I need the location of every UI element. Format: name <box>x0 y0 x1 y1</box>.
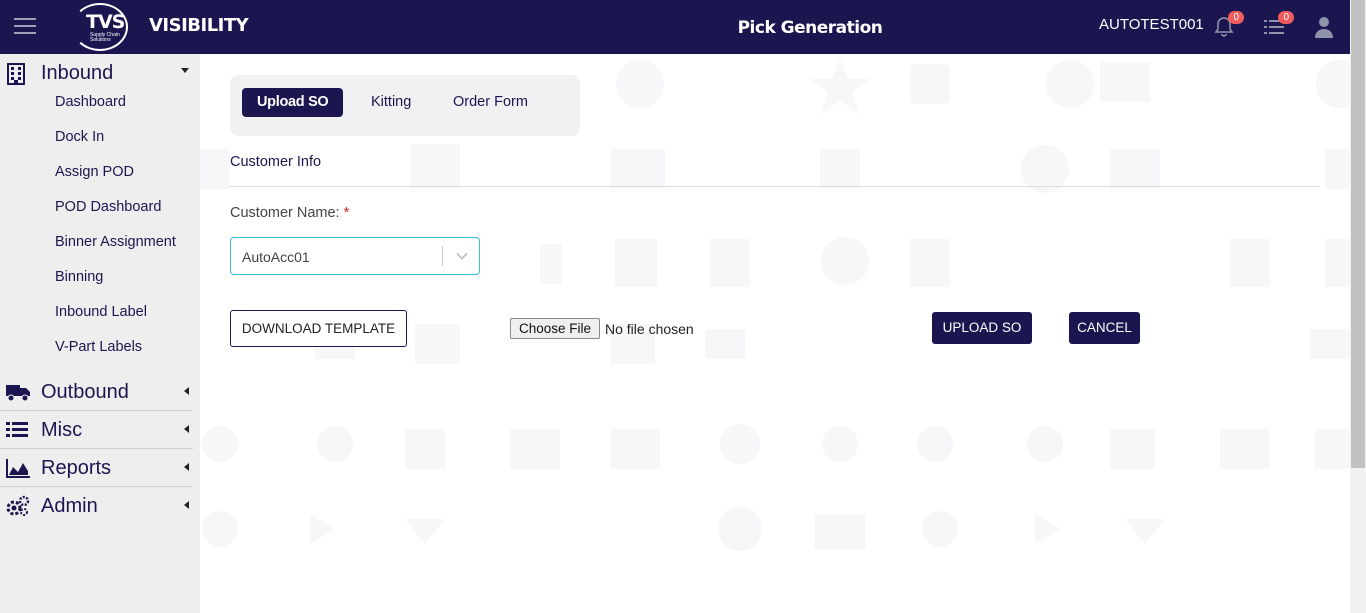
top-navbar: TVS Supply Chain Solutions VISIBILITY Pi… <box>0 0 1366 54</box>
gears-icon <box>5 495 30 517</box>
sidebar-section-label: Reports <box>41 457 112 479</box>
sidebar-item-dock-in[interactable]: Dock In <box>55 129 104 145</box>
download-template-button[interactable]: DOWNLOAD TEMPLATE <box>230 310 407 347</box>
sidebar-item-inbound-label[interactable]: Inbound Label <box>55 304 147 320</box>
area-chart-icon <box>5 457 30 479</box>
tab-bar: Upload SO Kitting Order Form <box>230 75 580 136</box>
sidebar-item-dashboard[interactable]: Dashboard <box>55 94 126 110</box>
section-title: Customer Info <box>230 154 322 170</box>
username[interactable]: AUTOTEST001 <box>1099 16 1204 33</box>
sidebar-item-v-part-labels[interactable]: V-Part Labels <box>55 339 142 355</box>
chevron-left-icon <box>184 387 189 395</box>
hamburger-menu-icon[interactable] <box>14 18 36 36</box>
tasks-badge: 0 <box>1278 11 1294 24</box>
required-marker: * <box>343 205 350 221</box>
sidebar-section-label: Admin <box>41 495 98 517</box>
notifications-badge: 0 <box>1228 11 1244 24</box>
sidebar-section-admin[interactable]: Admin <box>0 487 193 525</box>
brand-name: VISIBILITY <box>149 15 249 36</box>
notifications-bell-icon[interactable]: 0 <box>1212 11 1244 39</box>
main-content: Upload SO Kitting Order Form Customer In… <box>200 54 1350 613</box>
tvs-logo: TVS Supply Chain Solutions <box>72 3 128 51</box>
section-divider <box>230 186 1320 187</box>
page-title: Pick Generation <box>737 18 883 38</box>
building-icon <box>5 62 29 85</box>
user-profile-icon[interactable] <box>1314 16 1334 38</box>
list-icon <box>5 419 29 441</box>
tab-kitting[interactable]: Kitting <box>356 88 426 117</box>
sidebar-section-misc[interactable]: Misc <box>0 411 193 449</box>
chevron-down-icon <box>181 68 189 73</box>
sidebar-section-label: Outbound <box>41 381 129 403</box>
sidebar: Inbound Dashboard Dock In Assign POD POD… <box>0 54 200 613</box>
chevron-left-icon <box>184 501 189 509</box>
sidebar-section-label: Misc <box>41 419 83 441</box>
sidebar-item-assign-pod[interactable]: Assign POD <box>55 164 134 180</box>
tab-upload-so[interactable]: Upload SO <box>242 88 344 117</box>
tab-order-form[interactable]: Order Form <box>438 88 543 117</box>
logo-subtext: Supply Chain Solutions <box>90 32 120 43</box>
sidebar-item-pod-dashboard[interactable]: POD Dashboard <box>55 199 161 215</box>
task-list-icon[interactable]: 0 <box>1262 11 1294 39</box>
sidebar-item-binner-assignment[interactable]: Binner Assignment <box>55 234 176 250</box>
truck-icon <box>5 381 30 403</box>
sidebar-section-outbound[interactable]: Outbound <box>0 373 193 411</box>
chevron-left-icon <box>184 463 189 471</box>
sidebar-section-label: Inbound <box>41 62 114 84</box>
customer-name-select[interactable]: AutoAcc01 <box>230 237 480 275</box>
customer-name-value: AutoAcc01 <box>242 249 310 265</box>
customer-name-label-text: Customer Name: <box>230 205 340 221</box>
select-separator <box>442 246 443 266</box>
chevron-down-icon[interactable] <box>455 249 469 263</box>
cancel-button[interactable]: CANCEL <box>1069 312 1140 344</box>
sidebar-section-reports[interactable]: Reports <box>0 449 193 487</box>
upload-so-button[interactable]: UPLOAD SO <box>932 312 1032 344</box>
chevron-left-icon <box>184 425 189 433</box>
logo-text: TVS <box>86 11 125 33</box>
scrollbar-thumb[interactable] <box>1351 0 1365 468</box>
file-status-text: No file chosen <box>605 321 694 337</box>
choose-file-button[interactable]: Choose File <box>510 318 600 339</box>
sidebar-section-inbound[interactable]: Inbound <box>0 54 193 92</box>
sidebar-item-binning[interactable]: Binning <box>55 269 103 285</box>
customer-name-label: Customer Name: * <box>230 205 349 221</box>
